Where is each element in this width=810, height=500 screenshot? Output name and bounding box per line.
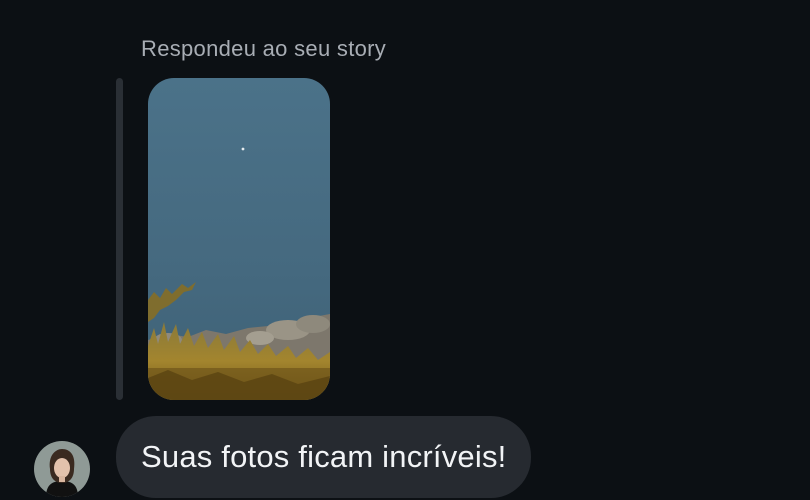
chat-screen: Respondeu ao seu story Suas fotos ficam … bbox=[0, 0, 810, 500]
story-photo-icon bbox=[148, 78, 330, 400]
story-reply-label: Respondeu ao seu story bbox=[141, 36, 387, 61]
story-preview-thumbnail[interactable] bbox=[148, 78, 330, 400]
reply-indicator-bar bbox=[116, 78, 123, 400]
message-text: Suas fotos ficam incríveis! bbox=[141, 439, 507, 474]
message-bubble[interactable]: Suas fotos ficam incríveis! bbox=[116, 416, 532, 498]
sender-avatar[interactable] bbox=[34, 441, 90, 497]
user-avatar-icon bbox=[34, 441, 90, 497]
